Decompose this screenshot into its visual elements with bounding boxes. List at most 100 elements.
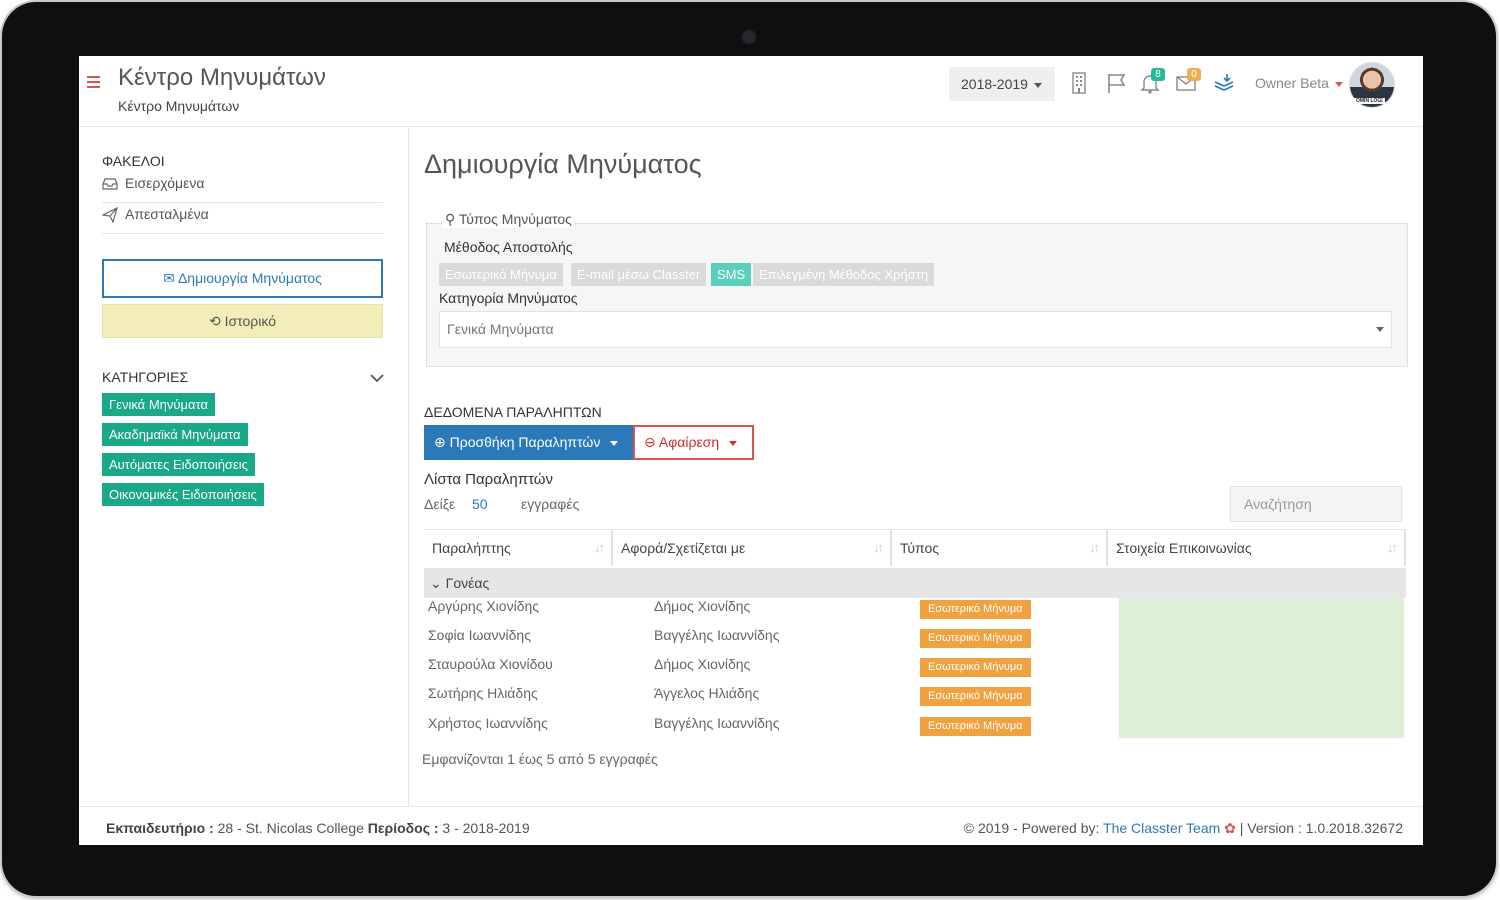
sort-icon: ↓↑ bbox=[594, 540, 605, 555]
category-tag[interactable]: Γενικά Μηνύματα bbox=[102, 393, 215, 416]
column-label: Τύπος bbox=[900, 540, 939, 556]
column-label: Παραλήπτης bbox=[432, 540, 511, 556]
page-length-select[interactable]: 50 bbox=[472, 496, 488, 512]
table-info: Εμφανίζονται 1 έως 5 από 5 εγγραφές bbox=[422, 751, 658, 767]
sidebar-item-label: Εισερχόμενα bbox=[125, 175, 205, 191]
group-row[interactable]: ⌄ Γονέας bbox=[424, 568, 1406, 598]
year-label: 2018-2019 bbox=[961, 76, 1028, 92]
related-cell: Άγγελος Ηλιάδης bbox=[654, 685, 760, 701]
add-recipients-button[interactable]: ⊕ Προσθήκη Παραληπτών bbox=[424, 425, 633, 460]
paper-plane-icon bbox=[102, 207, 118, 223]
category-select[interactable]: Γενικά Μηνύματα bbox=[439, 311, 1392, 348]
team-link[interactable]: The Classter Team bbox=[1103, 820, 1220, 836]
recipient-cell: Χρήστος Ιωαννίδης bbox=[428, 715, 548, 731]
chevron-down-icon[interactable] bbox=[370, 370, 384, 388]
table-header: Παραλήπτης ↓↑ Αφορά/Σχετίζεται με ↓↑ Τύπος… bbox=[424, 529, 1406, 566]
column-header[interactable]: Αφορά/Σχετίζεται με ↓↑ bbox=[613, 530, 892, 566]
recipient-cell: Σταυρούλα Χιονίδου bbox=[428, 656, 553, 672]
remove-label: Αφαίρεση bbox=[658, 434, 720, 450]
legend-label: Τύπος Μηνύματος bbox=[458, 211, 572, 227]
add-recipients-label: Προσθήκη Παραληπτών bbox=[449, 434, 601, 450]
type-badge: Εσωτερικό Μήνυμα bbox=[920, 658, 1031, 677]
user-name: Owner Beta bbox=[1255, 75, 1329, 91]
category-tag[interactable]: Αυτόματες Ειδοποιήσεις bbox=[102, 453, 255, 476]
year-dropdown[interactable]: 2018-2019 bbox=[949, 67, 1055, 101]
page-length-label: Δείξε bbox=[424, 496, 456, 512]
table-row[interactable]: Σωτήρης Ηλιάδης Άγγελος Ηλιάδης Εσωτερικ… bbox=[424, 685, 1406, 714]
app-title: Κέντρο Μηνυμάτων bbox=[118, 64, 326, 91]
avatar-logo-text: OMIN LOGI bbox=[1354, 98, 1385, 104]
caret-down-icon bbox=[729, 440, 738, 446]
sidebar: ΦΑΚΕΛΟΙ Εισερχόμενα Απεσταλμένα ✉ Δημιου… bbox=[79, 127, 409, 806]
sort-icon: ↓↑ bbox=[873, 540, 884, 555]
institution-label: Εκπαιδευτήριο : bbox=[106, 820, 214, 836]
categories-title: ΚΑΤΗΓΟΡΙΕΣ bbox=[102, 369, 189, 385]
flag-icon[interactable] bbox=[1106, 72, 1128, 94]
related-cell: Δήμος Χιονίδης bbox=[654, 598, 751, 614]
method-email-button[interactable]: E-mail μέσω Classter bbox=[571, 263, 707, 286]
building-icon[interactable] bbox=[1069, 72, 1091, 94]
footer-left: Εκπαιδευτήριο : 28 - St. Nicolas College… bbox=[106, 820, 530, 836]
category-tag[interactable]: Οικονομικές Ειδοποιήσεις bbox=[102, 483, 264, 506]
column-label: Στοιχεία Επικοινωνίας bbox=[1116, 540, 1252, 556]
sidebar-item-label: Απεσταλμένα bbox=[125, 206, 209, 222]
copyright-text: 2019 - Powered by: bbox=[977, 820, 1100, 836]
caret-down-icon bbox=[1334, 81, 1343, 87]
minus-circle-icon: ⊖ bbox=[644, 434, 656, 450]
type-badge: Εσωτερικό Μήνυμα bbox=[920, 600, 1031, 619]
category-label: Κατηγορία Μηνύματος bbox=[439, 290, 578, 306]
envelope-icon: ✉ bbox=[163, 270, 175, 286]
envelope-icon[interactable]: 0 bbox=[1175, 68, 1201, 94]
history-button[interactable]: ⟲ Ιστορικό bbox=[102, 304, 383, 338]
user-menu[interactable]: Owner Beta bbox=[1255, 75, 1343, 91]
message-type-legend: ⚲ Τύπος Μηνύματος bbox=[442, 211, 575, 228]
folders-title: ΦΑΚΕΛΟΙ bbox=[102, 153, 165, 169]
table-row[interactable]: Αργύρης Χιονίδης Δήμος Χιονίδης Εσωτερικ… bbox=[424, 598, 1406, 627]
version-text: | Version : 1.0.2018.32672 bbox=[1239, 820, 1403, 836]
caret-down-icon bbox=[1033, 82, 1042, 88]
sidebar-item-sent[interactable]: Απεσταλμένα bbox=[102, 203, 383, 234]
camera-icon bbox=[741, 29, 757, 45]
app-screen: Κέντρο Μηνυμάτων Κέντρο Μηνυμάτων 2018-2… bbox=[79, 56, 1423, 845]
messages-badge: 0 bbox=[1187, 68, 1201, 81]
search-input[interactable]: Αναζήτηση bbox=[1230, 486, 1402, 522]
table-row[interactable]: Σοφία Ιωαννίδης Βαγγέλης Ιωαννίδης Εσωτε… bbox=[424, 627, 1406, 656]
footer: Εκπαιδευτήριο : 28 - St. Nicolas College… bbox=[79, 806, 1423, 845]
method-user-preferred-button[interactable]: Επιλεγμένη Μέθοδος Χρήστη bbox=[753, 263, 935, 286]
method-internal-button[interactable]: Εσωτερικό Μήνυμα bbox=[439, 263, 563, 286]
period-value: 3 - 2018-2019 bbox=[442, 820, 530, 836]
category-tag[interactable]: Ακαδημαϊκά Μηνύματα bbox=[102, 423, 248, 446]
chevron-down-icon: ⌄ bbox=[430, 575, 442, 591]
related-cell: Δήμος Χιονίδης bbox=[654, 656, 751, 672]
table-row[interactable]: Χρήστος Ιωαννίδης Βαγγέλης Ιωαννίδης Εσω… bbox=[424, 715, 1406, 744]
sort-icon: ↓↑ bbox=[1089, 540, 1100, 555]
table-row[interactable]: Σταυρούλα Χιονίδου Δήμος Χιονίδης Εσωτερ… bbox=[424, 656, 1406, 685]
inbox-icon bbox=[102, 178, 118, 190]
app-subtitle: Κέντρο Μηνυμάτων bbox=[118, 98, 240, 114]
type-badge: Εσωτερικό Μήνυμα bbox=[920, 687, 1031, 706]
top-header: Κέντρο Μηνυμάτων Κέντρο Μηνυμάτων 2018-2… bbox=[79, 56, 1423, 127]
method-sms-button[interactable]: SMS bbox=[711, 263, 752, 286]
type-badge: Εσωτερικό Μήνυμα bbox=[920, 717, 1031, 736]
category-select-value: Γενικά Μηνύματα bbox=[447, 321, 554, 337]
sidebar-item-inbox[interactable]: Εισερχόμενα bbox=[102, 172, 383, 203]
create-message-button[interactable]: ✉ Δημιουργία Μηνύματος bbox=[102, 259, 383, 298]
bell-icon[interactable]: 8 bbox=[1139, 68, 1165, 94]
recipients-list-title: Λίστα Παραληπτών bbox=[424, 471, 553, 488]
period-label: Περίοδος : bbox=[367, 820, 439, 836]
notifications-badge: 8 bbox=[1151, 68, 1165, 81]
column-header[interactable]: Στοιχεία Επικοινωνίας ↓↑ bbox=[1108, 530, 1406, 566]
history-label: Ιστορικό bbox=[224, 313, 276, 329]
page-title: Δημιουργία Μηνύματος bbox=[424, 149, 702, 179]
column-header[interactable]: Παραλήπτης ↓↑ bbox=[424, 530, 613, 566]
method-label: Μέθοδος Αποστολής bbox=[444, 239, 573, 255]
related-cell: Βαγγέλης Ιωαννίδης bbox=[654, 715, 780, 731]
recipients-title: ΔΕΔΟΜΕΝΑ ΠΑΡΑΛΗΠΤΩΝ bbox=[424, 404, 602, 420]
caret-down-icon bbox=[610, 440, 619, 446]
column-header[interactable]: Τύπος ↓↑ bbox=[892, 530, 1108, 566]
layers-icon[interactable] bbox=[1213, 72, 1235, 94]
menu-icon[interactable] bbox=[87, 76, 100, 91]
remove-button[interactable]: ⊖ Αφαίρεση bbox=[633, 425, 754, 460]
plus-circle-icon: ⊕ bbox=[434, 434, 446, 450]
group-label: Γονέας bbox=[445, 575, 490, 591]
